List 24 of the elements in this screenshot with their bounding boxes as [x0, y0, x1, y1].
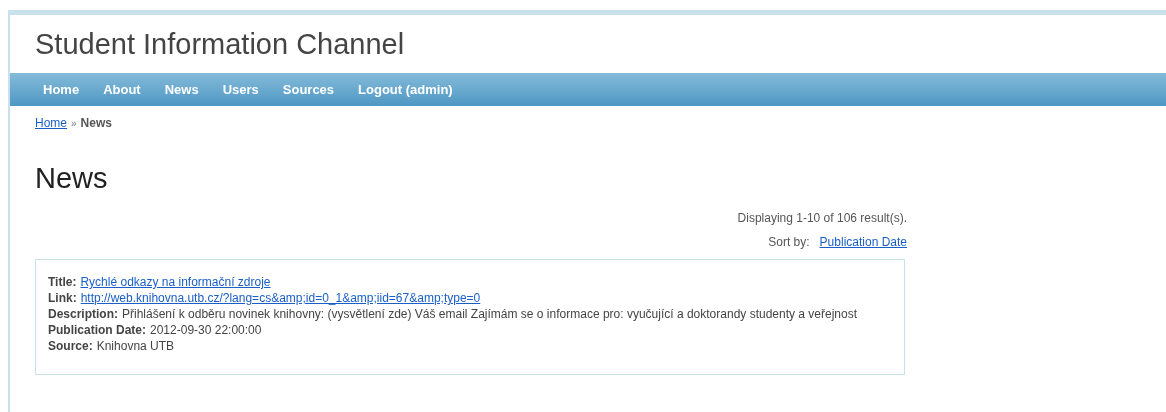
- field-label: Link:: [48, 291, 77, 305]
- field-label: Description:: [48, 307, 118, 321]
- site-title: Student Information Channel: [35, 29, 405, 59]
- field-value: Přihlášení k odběru novinek knihovny: (vysvětlení zde) Váš email Zajímám se o informace pro: vyučující a doktorandy studenty a veřejnost: [122, 307, 858, 321]
- sort-label: Sort by:: [768, 234, 810, 251]
- breadcrumb-current: News: [80, 115, 112, 132]
- field-value: 2012-09-30 22:00:00: [150, 323, 262, 337]
- nav-link[interactable]: Home: [43, 79, 80, 100]
- field-label: Publication Date:: [48, 323, 146, 337]
- nav-link[interactable]: News: [164, 79, 199, 100]
- field-link[interactable]: Rychlé odkazy na informační zdroje: [80, 275, 271, 289]
- field-label: Source:: [48, 339, 93, 353]
- page-heading: News: [34, 164, 109, 193]
- field-label: Title:: [48, 275, 77, 289]
- results-summary: Displaying 1-10 of 106 result(s).: [737, 210, 907, 227]
- nav-link[interactable]: Sources: [282, 79, 335, 100]
- breadcrumb-separator: »: [71, 116, 77, 131]
- nav-link[interactable]: Logout (admin): [358, 79, 453, 100]
- sort-link[interactable]: Publication Date: [819, 233, 907, 251]
- field-link[interactable]: http://web.knihovna.utb.cz/?lang=cs&amp;id=0_1&amp;iid=67&amp;type=0: [80, 291, 481, 305]
- breadcrumb-link[interactable]: Home: [35, 114, 67, 132]
- field-value: Knihovna UTB: [96, 339, 175, 353]
- nav-link[interactable]: About: [103, 79, 141, 100]
- nav-link[interactable]: Users: [222, 79, 259, 100]
